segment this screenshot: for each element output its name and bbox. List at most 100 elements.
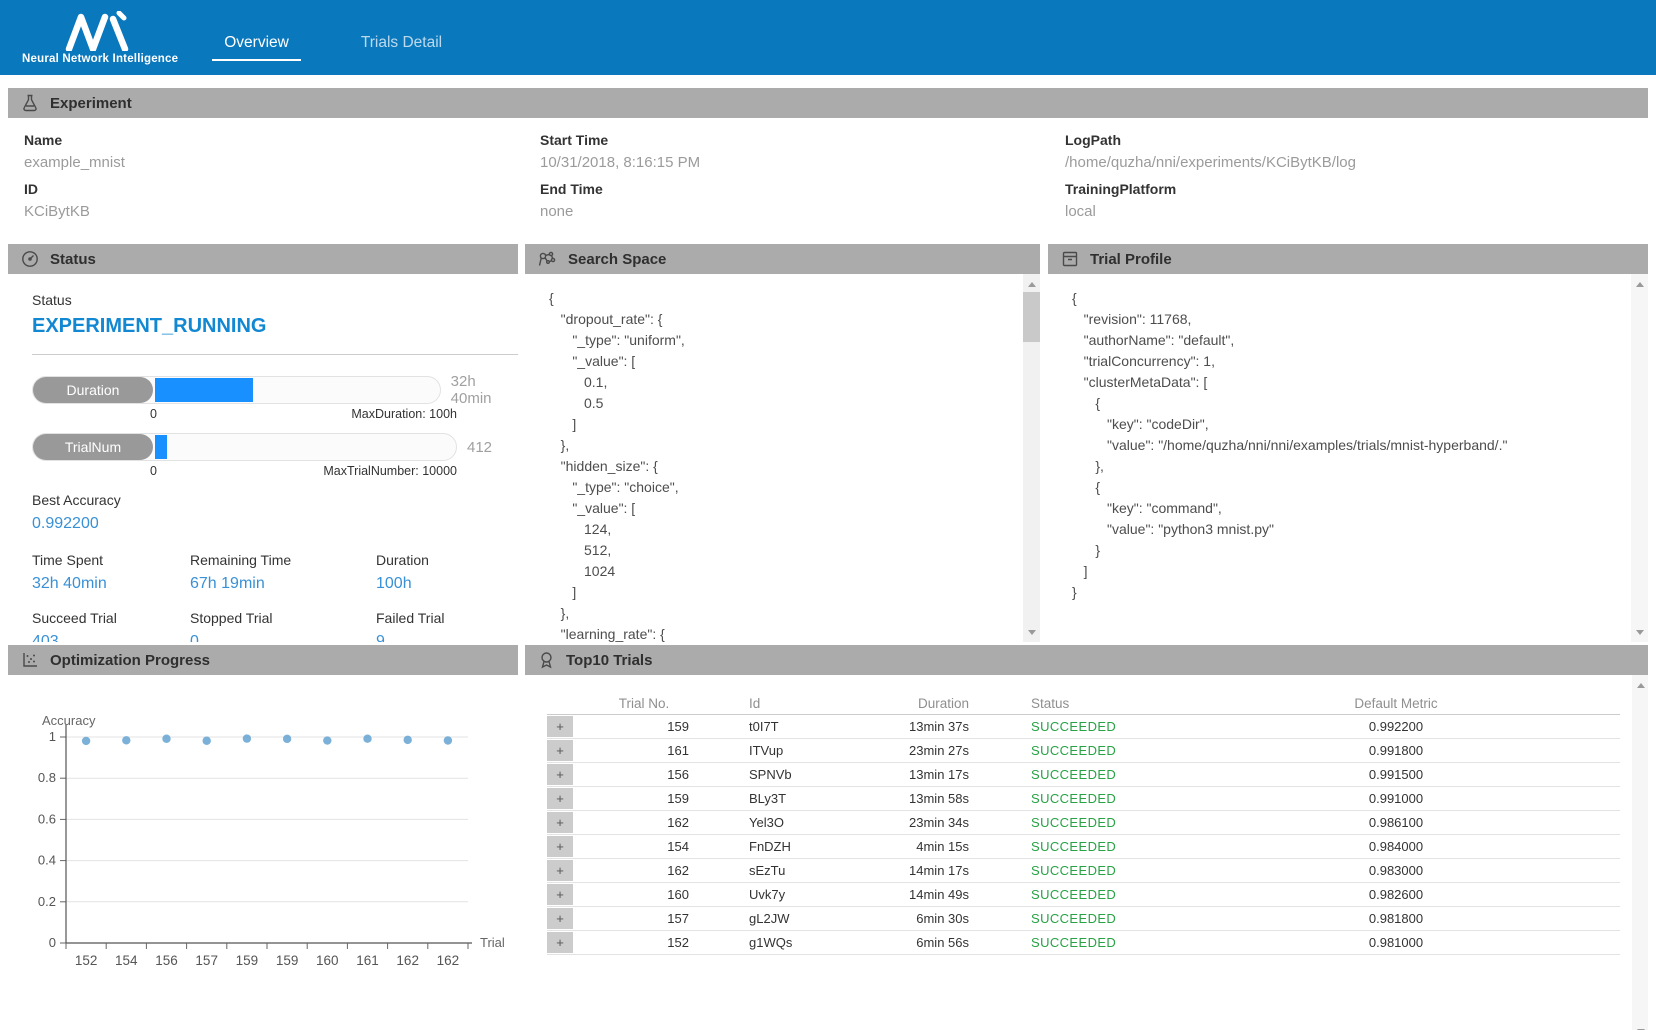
column-header-id: Id xyxy=(749,696,859,711)
trial-no-cell: 159 xyxy=(599,719,689,734)
duration-current-value: 32h 40min xyxy=(451,373,518,407)
logo-subtitle: Neural Network Intelligence xyxy=(22,53,178,65)
svg-text:0.2: 0.2 xyxy=(38,894,56,909)
trialnum-max: MaxTrialNumber: 10000 xyxy=(323,464,457,478)
trial-no-cell: 152 xyxy=(599,935,689,950)
optimization-section-bar: Optimization Progress xyxy=(8,645,518,675)
expand-row-button[interactable]: + xyxy=(547,716,573,737)
duration-cell: 14min 17s xyxy=(859,863,969,878)
svg-text:161: 161 xyxy=(356,953,379,968)
json-code-line: "_value": [ xyxy=(549,351,1023,372)
status-cell: SUCCEEDED xyxy=(1031,839,1231,854)
json-code-line: { xyxy=(1072,393,1631,414)
search-space-code-area[interactable]: { "dropout_rate": { "_type": "uniform", … xyxy=(525,274,1040,642)
top10-trials-panel: Top10 Trials Trial No. Id Duration Statu… xyxy=(525,645,1648,1030)
experiment-info-col-1: Name example_mnist ID KCiBytKB xyxy=(24,132,540,230)
scroll-down-arrow-icon[interactable] xyxy=(1023,624,1040,640)
json-code-line: "authorName": "default", xyxy=(1072,330,1631,351)
table-row: +159BLy3T13min 58sSUCCEEDED0.991000 xyxy=(547,787,1620,811)
gauge-icon xyxy=(21,250,39,268)
best-accuracy-value: 0.992200 xyxy=(32,515,518,533)
scrollbar-thumb[interactable] xyxy=(1023,292,1040,342)
top10-table-header: Trial No. Id Duration Status Default Met… xyxy=(547,693,1620,715)
json-code-line: } xyxy=(1072,582,1631,603)
status-cell: SUCCEEDED xyxy=(1031,863,1231,878)
json-code-line: { xyxy=(549,288,1023,309)
json-code-line: "key": "command", xyxy=(1072,498,1631,519)
scroll-up-arrow-icon[interactable] xyxy=(1631,276,1648,292)
json-code-line: "hidden_size": { xyxy=(549,456,1023,477)
scroll-up-arrow-icon[interactable] xyxy=(1632,677,1648,693)
json-code-line: { xyxy=(1072,477,1631,498)
svg-text:156: 156 xyxy=(155,953,178,968)
scroll-up-arrow-icon[interactable] xyxy=(1023,276,1040,292)
search-space-scrollbar[interactable] xyxy=(1023,274,1040,642)
flask-icon xyxy=(21,94,39,112)
tab-trials-detail[interactable]: Trials Detail xyxy=(349,34,454,61)
svg-text:Trial: Trial xyxy=(480,935,505,950)
column-header-trial-no: Trial No. xyxy=(599,696,689,711)
expand-row-button[interactable]: + xyxy=(547,860,573,881)
status-cell: SUCCEEDED xyxy=(1031,719,1231,734)
table-row: +152g1WQs6min 56sSUCCEEDED0.981000 xyxy=(547,931,1620,955)
accuracy-scatter-chart: 00.20.40.60.8115215415615715915916016116… xyxy=(16,715,518,977)
trial-no-cell: 156 xyxy=(599,767,689,782)
duration-progress: Duration 32h 40min xyxy=(32,376,518,404)
trialnum-progress-fill xyxy=(155,435,167,459)
medal-icon xyxy=(538,651,555,669)
field-label: ID xyxy=(24,181,540,197)
svg-text:159: 159 xyxy=(276,953,299,968)
trial-profile-section-bar: Trial Profile xyxy=(1048,244,1648,274)
duration-max: MaxDuration: 100h xyxy=(351,407,457,421)
json-code-line: 124, xyxy=(549,519,1023,540)
svg-text:0: 0 xyxy=(49,935,56,950)
json-code-line: ] xyxy=(1072,561,1631,582)
trial-id-cell: g1WQs xyxy=(749,935,859,950)
table-row: +161ITVup23min 27sSUCCEEDED0.991800 xyxy=(547,739,1620,763)
trial-no-cell: 161 xyxy=(599,743,689,758)
expand-row-button[interactable]: + xyxy=(547,836,573,857)
divider xyxy=(32,354,518,355)
scroll-down-arrow-icon[interactable] xyxy=(1631,624,1648,640)
top10-scrollbar[interactable] xyxy=(1632,675,1648,1030)
default-metric-cell: 0.991500 xyxy=(1231,767,1561,782)
experiment-section-bar: Experiment xyxy=(8,88,1648,118)
trial-no-cell: 154 xyxy=(599,839,689,854)
expand-row-button[interactable]: + xyxy=(547,908,573,929)
json-code-line: ] xyxy=(549,582,1023,603)
nav-tabs: Overview Trials Detail xyxy=(212,34,454,61)
duration-cell: 13min 58s xyxy=(859,791,969,806)
duration-progress-fill xyxy=(155,378,253,402)
expand-row-button[interactable]: + xyxy=(547,932,573,953)
search-space-section-bar: Search Space xyxy=(525,244,1040,274)
status-panel: Status Status EXPERIMENT_RUNNING Duratio… xyxy=(8,244,518,642)
expand-row-button[interactable]: + xyxy=(547,740,573,761)
json-code-line: } xyxy=(1072,540,1631,561)
json-code-line: "key": "codeDir", xyxy=(1072,414,1631,435)
status-section-title: Status xyxy=(50,251,96,268)
nni-logo-icon xyxy=(61,11,139,51)
scroll-down-arrow-icon[interactable] xyxy=(1632,1023,1648,1030)
duration-cell: 13min 17s xyxy=(859,767,969,782)
top10-section-bar: Top10 Trials xyxy=(525,645,1648,675)
experiment-info-col-2: Start Time 10/31/2018, 8:16:15 PM End Ti… xyxy=(540,132,1065,230)
expand-row-button[interactable]: + xyxy=(547,884,573,905)
tab-overview[interactable]: Overview xyxy=(212,34,301,61)
json-code-line: "value": "python3 mnist.py" xyxy=(1072,519,1631,540)
svg-text:0.8: 0.8 xyxy=(38,770,56,785)
expand-row-button[interactable]: + xyxy=(547,764,573,785)
scatter-plot-icon xyxy=(21,651,39,669)
top10-table-area: Trial No. Id Duration Status Default Met… xyxy=(525,675,1648,1030)
experiment-section-title: Experiment xyxy=(50,95,132,112)
trial-profile-scrollbar[interactable] xyxy=(1631,274,1648,642)
duration-cell: 14min 49s xyxy=(859,887,969,902)
metric-failed-trial: Failed Trial9 xyxy=(376,610,518,642)
nni-logo: Neural Network Intelligence xyxy=(22,11,178,65)
trial-profile-code-area[interactable]: { "revision": 11768, "authorName": "defa… xyxy=(1048,274,1648,642)
accuracy-chart-area: 00.20.40.60.8115215415615715915916016116… xyxy=(8,675,518,1030)
expand-row-button[interactable]: + xyxy=(547,812,573,833)
duration-progress-scale: 0 MaxDuration: 100h xyxy=(32,407,457,421)
default-metric-cell: 0.991000 xyxy=(1231,791,1561,806)
default-metric-cell: 0.982600 xyxy=(1231,887,1561,902)
expand-row-button[interactable]: + xyxy=(547,788,573,809)
